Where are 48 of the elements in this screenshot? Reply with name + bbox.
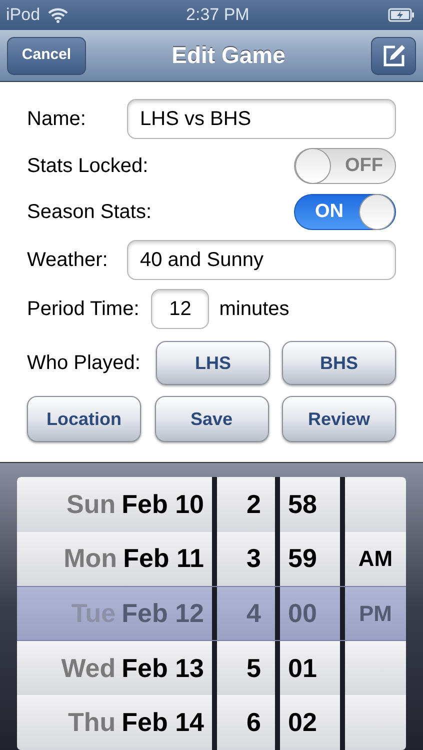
field-label: Name: — [27, 108, 86, 130]
hour-label: 3 — [246, 542, 261, 576]
screen-title: Edit Game — [170, 41, 286, 70]
number-field[interactable]: 12 — [151, 289, 210, 329]
switch-knob — [359, 194, 395, 230]
field-label: Weather: — [27, 248, 108, 270]
meridiem-label: PM — [359, 600, 392, 628]
minute-label: 58 — [288, 488, 317, 521]
carrier-label: iPod — [6, 4, 40, 26]
team-button[interactable]: LHS — [156, 341, 270, 385]
field-label: Who Played: — [27, 351, 140, 376]
minute-label: 01 — [288, 652, 317, 685]
unit-label: minutes — [219, 297, 290, 322]
hour-label: 5 — [246, 652, 261, 685]
team-button[interactable]: BHS — [282, 341, 396, 385]
toggle-switch[interactable]: ON — [294, 194, 396, 230]
compose-button[interactable] — [371, 36, 416, 74]
hour-label: 4 — [246, 597, 261, 630]
date-label: Feb 11 — [123, 542, 204, 576]
action-button[interactable]: Save — [154, 396, 268, 442]
switch-label: OFF — [345, 154, 383, 178]
hour-label: 6 — [246, 706, 261, 740]
field-label: Season Stats: — [27, 200, 152, 225]
meridiem-label: AM — [358, 545, 393, 574]
date-label: Feb 14 — [122, 706, 204, 740]
switch-knob — [295, 148, 331, 184]
cancel-button[interactable]: Cancel — [7, 36, 86, 74]
date-label: Feb 13 — [122, 652, 204, 685]
battery-icon — [388, 8, 415, 22]
text-field[interactable]: LHS vs BHS — [127, 98, 396, 138]
minute-label: 00 — [288, 597, 317, 630]
weekday-label: Mon — [64, 542, 118, 576]
weekday-label: Wed — [61, 652, 116, 685]
weekday-label: Thu — [68, 706, 116, 740]
field-label: Period Time: — [27, 297, 140, 322]
date-label: Feb 10 — [122, 488, 204, 521]
text-field[interactable]: 40 and Sunny — [127, 240, 396, 280]
weekday-label: Sun — [66, 488, 116, 521]
minute-label: 59 — [288, 542, 317, 576]
wifi-icon — [48, 8, 68, 22]
date-label: Feb 12 — [122, 597, 204, 630]
minute-label: 02 — [288, 706, 317, 740]
switch-label: ON — [315, 200, 344, 224]
action-button[interactable]: Review — [282, 396, 396, 442]
field-label: Stats Locked: — [27, 154, 148, 179]
hour-label: 2 — [246, 488, 261, 521]
clock-label: 2:37 PM — [186, 4, 250, 26]
action-button[interactable]: Location — [27, 396, 141, 442]
